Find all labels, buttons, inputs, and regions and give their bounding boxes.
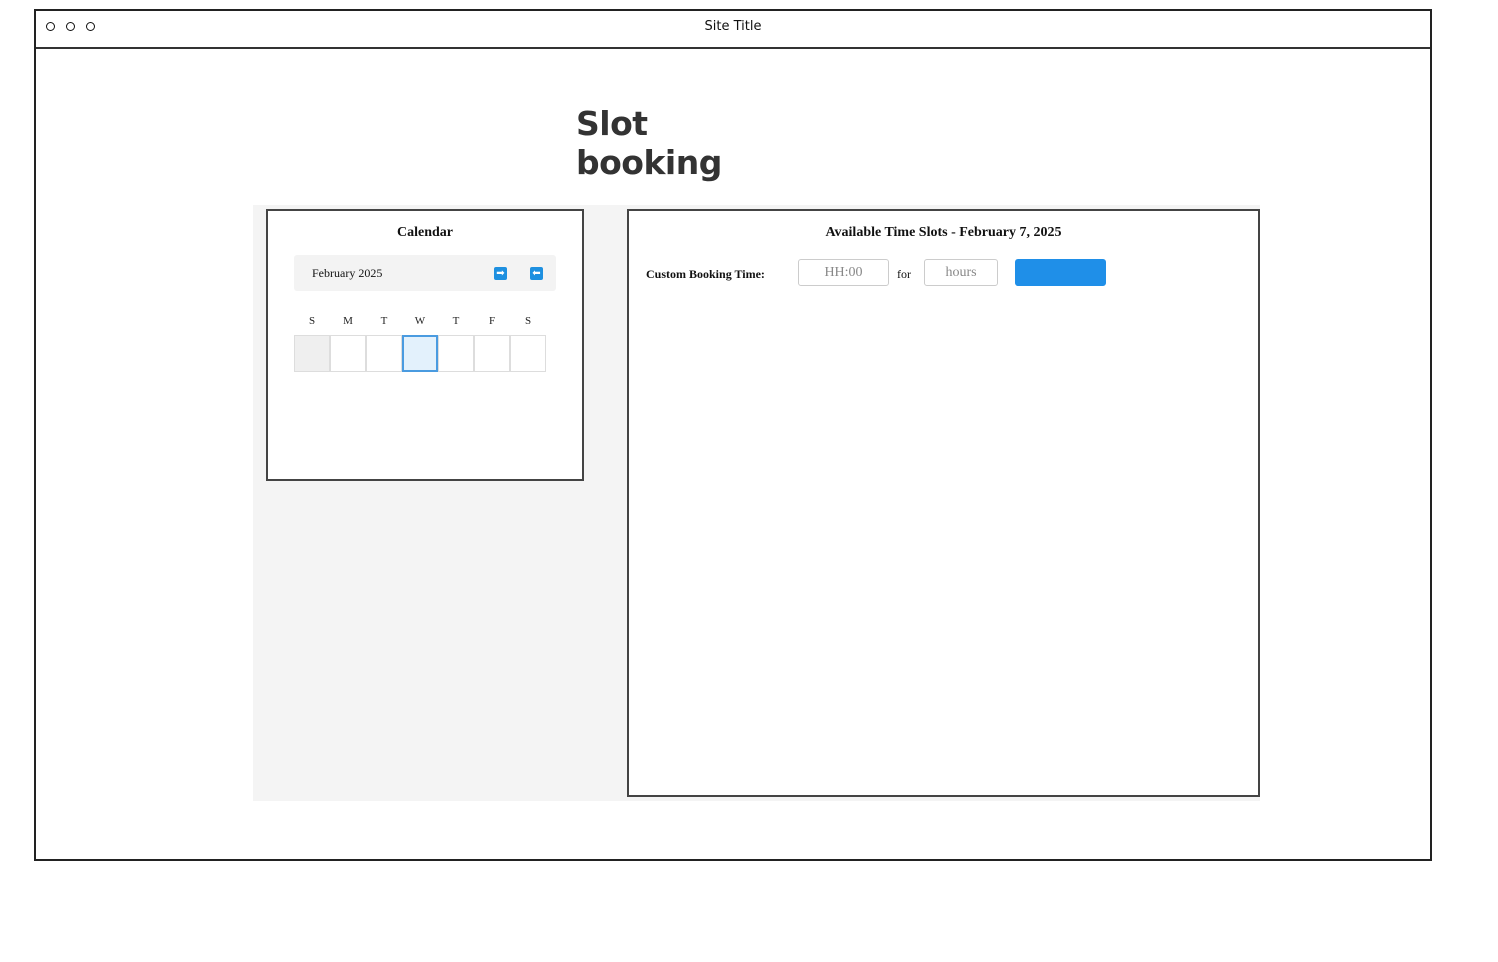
calendar-day-cell[interactable] [294, 335, 330, 372]
time-slots-title: Available Time Slots - February 7, 2025 [825, 225, 1062, 240]
calendar-day-cell-selected[interactable] [402, 335, 438, 372]
calendar-day-cell[interactable] [366, 335, 402, 372]
calendar-day-cell[interactable] [474, 335, 510, 372]
start-time-input[interactable] [798, 259, 889, 286]
calendar-title: Calendar [397, 225, 453, 240]
next-month-button[interactable]: ➡ [494, 267, 507, 280]
calendar-panel: Calendar February 2025 ➡ ⬅ S M T W T F S [266, 209, 584, 481]
weekday-label: M [343, 315, 353, 327]
weekday-label: T [380, 315, 388, 327]
calendar-day-cell[interactable] [510, 335, 546, 372]
weekday-label: T [452, 315, 460, 327]
for-label: for [897, 267, 911, 281]
custom-booking-form: Custom Booking Time: for [646, 259, 1246, 287]
booking-app-area: Calendar February 2025 ➡ ⬅ S M T W T F S [253, 205, 1260, 801]
month-navigator: February 2025 ➡ ⬅ [294, 255, 556, 291]
page-title: Slot booking [576, 104, 722, 182]
weekday-label: S [308, 315, 316, 327]
browser-window: Site Title Slot booking Calendar Februar… [34, 9, 1432, 861]
site-title: Site Title [704, 19, 762, 34]
custom-booking-label: Custom Booking Time: [646, 267, 765, 281]
previous-month-button[interactable]: ⬅ [530, 267, 543, 280]
weekday-label: W [414, 315, 426, 327]
book-slot-button[interactable] [1015, 259, 1106, 286]
arrow-right-icon: ➡ [496, 268, 505, 279]
window-title-bar: Site Title [36, 11, 1430, 49]
weekday-label: S [524, 315, 532, 327]
weekday-label: F [488, 315, 496, 327]
duration-hours-input[interactable] [924, 259, 998, 286]
calendar-day-cell[interactable] [330, 335, 366, 372]
calendar-day-cell[interactable] [438, 335, 474, 372]
arrow-left-icon: ⬅ [532, 268, 541, 279]
month-label: February 2025 [312, 266, 383, 280]
time-slots-panel: Available Time Slots - February 7, 2025 … [627, 209, 1260, 797]
